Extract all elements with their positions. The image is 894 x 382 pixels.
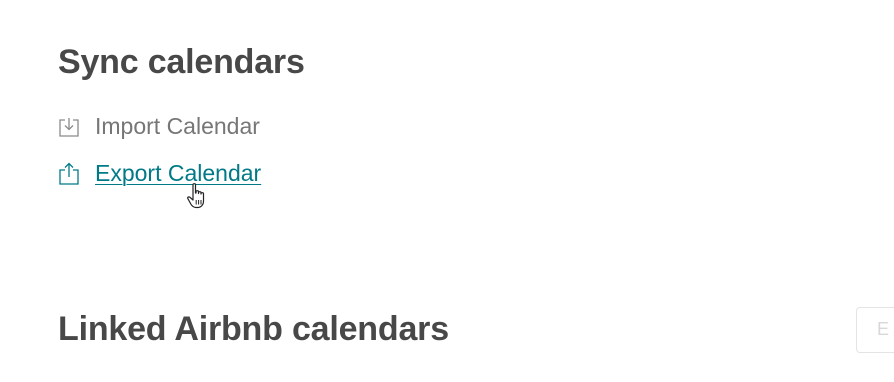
export-calendar-label: Export Calendar [95, 160, 262, 186]
import-calendar-label: Import Calendar [95, 113, 260, 139]
import-icon [57, 115, 81, 139]
export-icon [57, 162, 81, 186]
linked-calendars-button-label: E [877, 319, 890, 339]
import-calendar-link[interactable]: Import Calendar [57, 113, 260, 140]
export-calendar-link[interactable]: Export Calendar [57, 160, 261, 187]
linked-airbnb-calendars-heading: Linked Airbnb calendars [58, 310, 449, 348]
sync-calendars-heading: Sync calendars [58, 43, 305, 81]
linked-calendars-action-button[interactable]: E [856, 307, 894, 353]
hand-pointer-icon [186, 182, 210, 210]
